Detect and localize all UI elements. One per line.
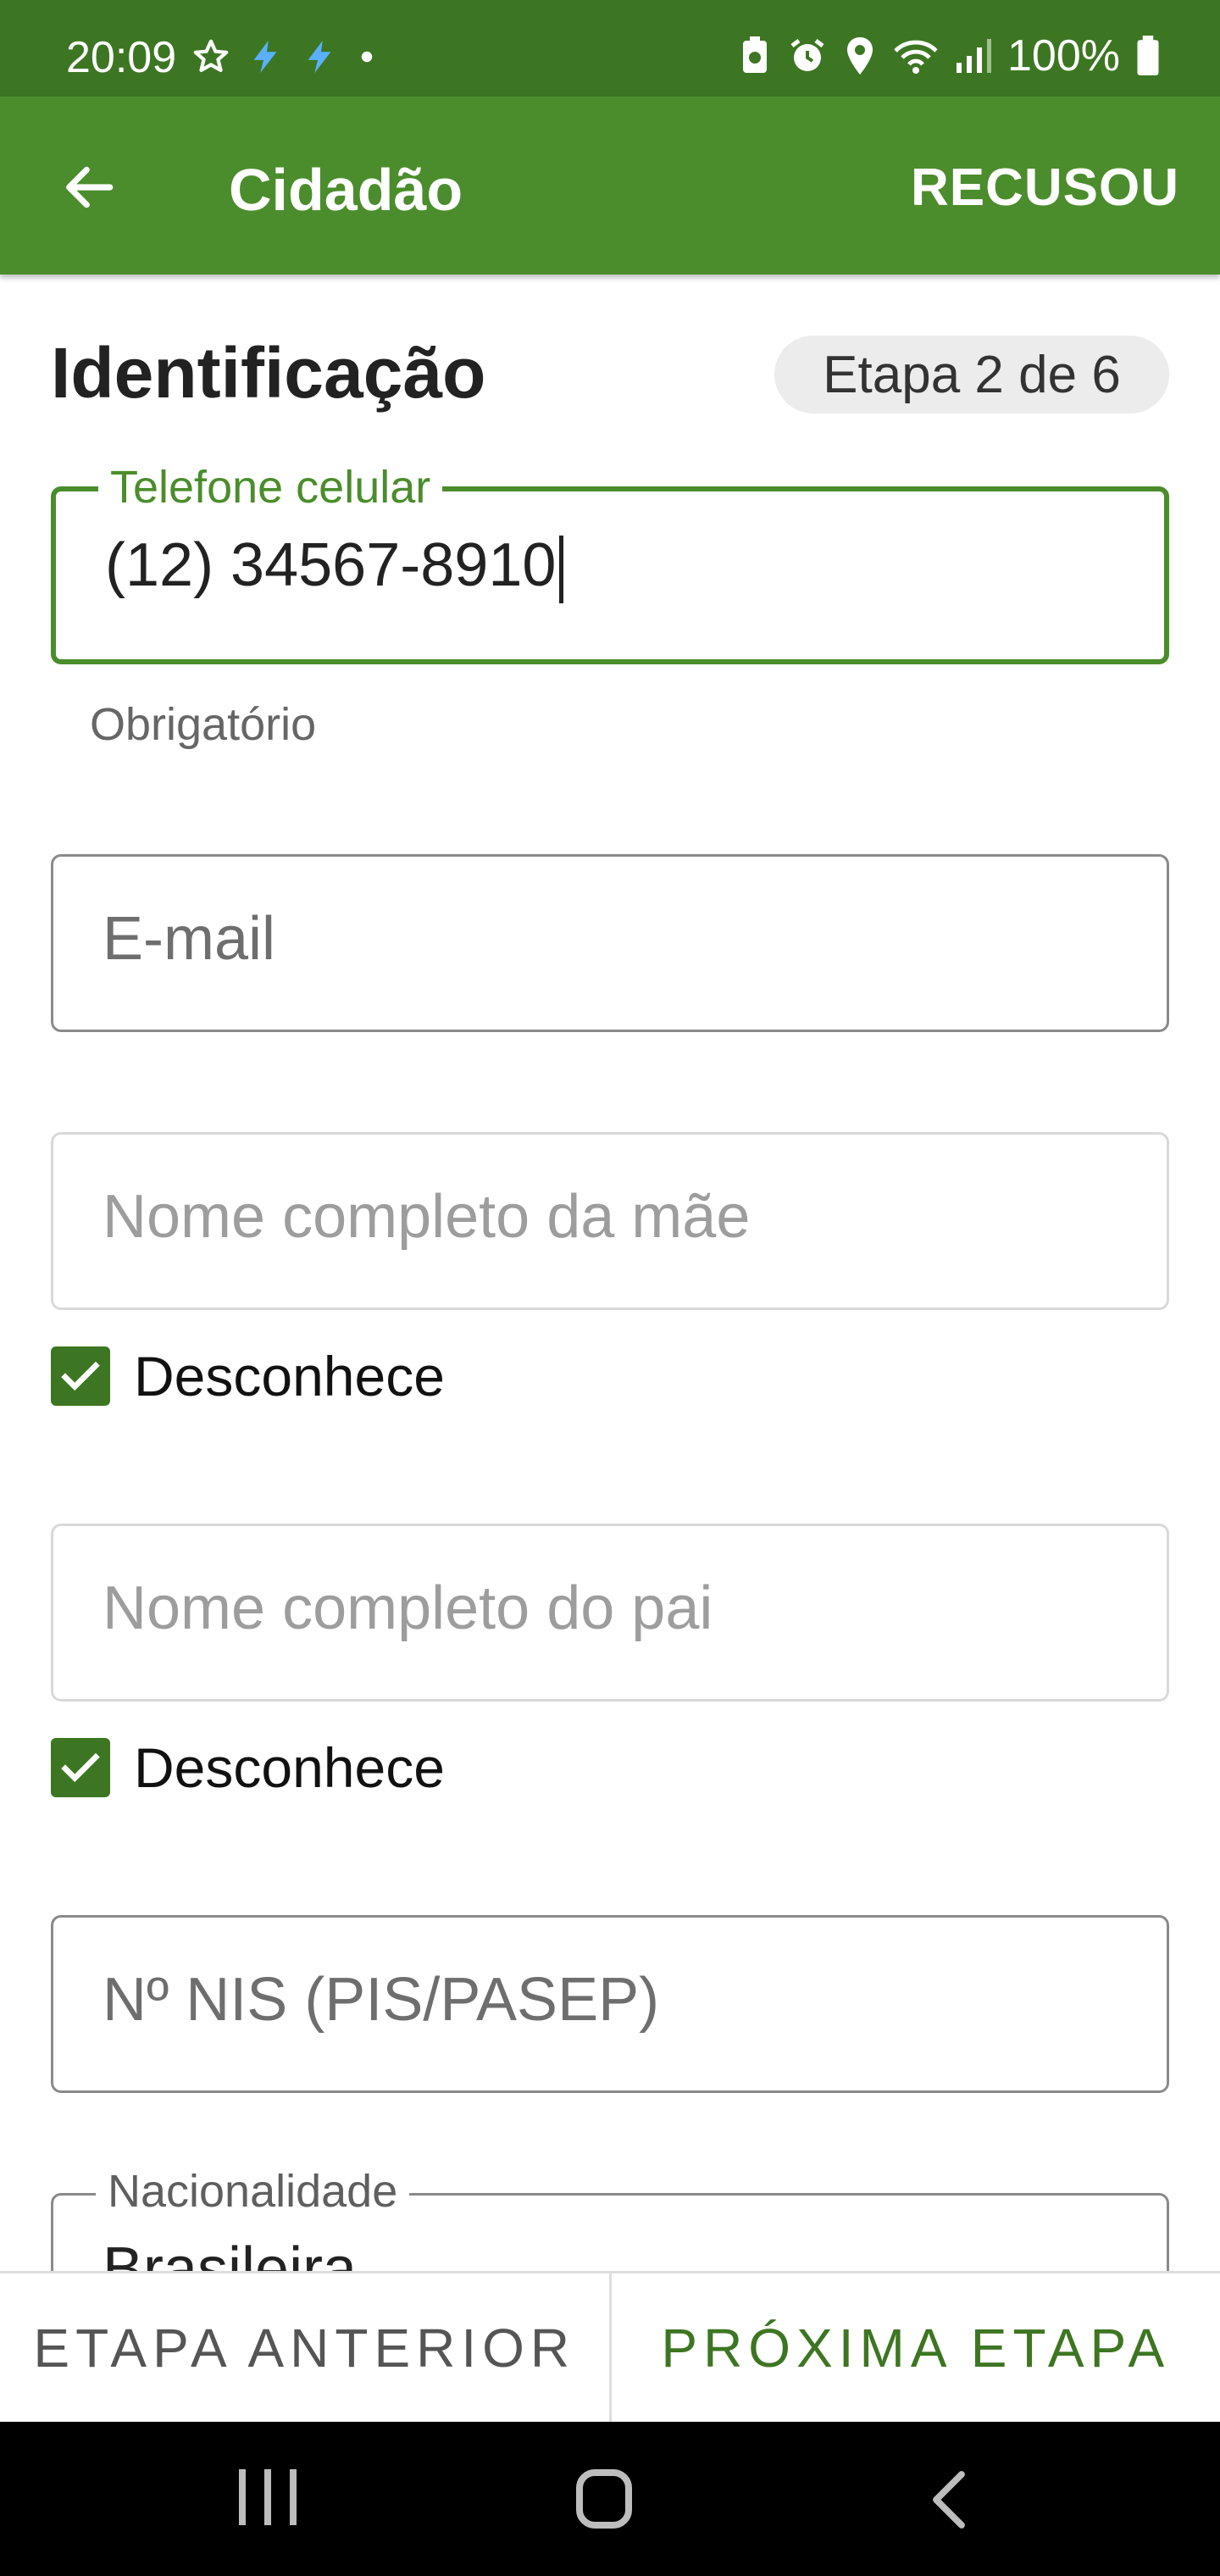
mother-unknown-checkbox-row[interactable]: Desconhece bbox=[51, 1344, 445, 1408]
email-placeholder: E-mail bbox=[103, 905, 276, 973]
recent-apps-icon[interactable] bbox=[239, 2469, 297, 2525]
next-step-button[interactable]: PRÓXIMA ETAPA bbox=[612, 2273, 1220, 2422]
signal-icon bbox=[955, 36, 992, 76]
back-button[interactable] bbox=[51, 151, 127, 227]
mother-name-field[interactable]: Nome completo da mãe bbox=[51, 1132, 1169, 1310]
page-title: Cidadão bbox=[229, 157, 463, 223]
status-right-icons: 100% bbox=[738, 31, 1161, 81]
father-name-field[interactable]: Nome completo do pai bbox=[51, 1524, 1169, 1702]
mother-unknown-label: Desconhece bbox=[134, 1345, 445, 1407]
check-icon bbox=[61, 1752, 100, 1783]
status-left-icons bbox=[191, 37, 380, 76]
phone-helper-text: Obrigatório bbox=[90, 699, 317, 750]
bolt-icon bbox=[246, 37, 285, 76]
battery-saver-icon bbox=[738, 36, 772, 76]
previous-step-button[interactable]: ETAPA ANTERIOR bbox=[0, 2273, 612, 2422]
phone-field[interactable]: Telefone celular (12) 34567-8910 bbox=[51, 461, 1169, 664]
step-action-bar: ETAPA ANTERIOR PRÓXIMA ETAPA bbox=[0, 2271, 1220, 2422]
alarm-icon bbox=[787, 36, 828, 76]
arrow-left-icon bbox=[61, 159, 117, 219]
home-icon[interactable] bbox=[576, 2469, 632, 2529]
mother-unknown-checkbox[interactable] bbox=[51, 1346, 110, 1406]
refused-button[interactable]: RECUSOU bbox=[911, 158, 1179, 218]
father-name-placeholder: Nome completo do pai bbox=[103, 1574, 713, 1642]
email-field[interactable]: E-mail bbox=[51, 854, 1169, 1032]
app-bar: Cidadão RECUSOU bbox=[0, 97, 1220, 275]
status-time: 20:09 bbox=[66, 33, 177, 82]
father-unknown-checkbox-row[interactable]: Desconhece bbox=[51, 1735, 445, 1800]
star-icon bbox=[191, 37, 230, 76]
battery-icon bbox=[1135, 35, 1161, 77]
battery-percent: 100% bbox=[1007, 31, 1120, 80]
mother-name-placeholder: Nome completo da mãe bbox=[103, 1183, 751, 1251]
wifi-icon bbox=[892, 36, 940, 76]
bolt-icon bbox=[300, 37, 339, 76]
system-nav-bar bbox=[0, 2422, 1220, 2576]
dot-icon bbox=[354, 44, 380, 69]
nis-field[interactable]: Nº NIS (PIS/PASEP) bbox=[51, 1915, 1169, 2093]
nis-placeholder: Nº NIS (PIS/PASEP) bbox=[103, 1966, 660, 2034]
step-badge: Etapa 2 de 6 bbox=[774, 336, 1169, 414]
phone-field-value: (12) 34567-8910 bbox=[105, 530, 564, 603]
text-caret bbox=[559, 535, 564, 603]
father-unknown-label: Desconhece bbox=[134, 1736, 445, 1799]
status-bar: 20:09 100% bbox=[0, 0, 1220, 97]
father-unknown-checkbox[interactable] bbox=[51, 1738, 110, 1797]
phone-field-label: Telefone celular bbox=[98, 461, 443, 514]
nationality-label: Nacionalidade bbox=[96, 2165, 410, 2218]
section-title: Identificação bbox=[51, 333, 486, 413]
nav-back-icon[interactable] bbox=[923, 2469, 974, 2530]
location-icon bbox=[843, 36, 877, 76]
check-icon bbox=[61, 1361, 100, 1391]
